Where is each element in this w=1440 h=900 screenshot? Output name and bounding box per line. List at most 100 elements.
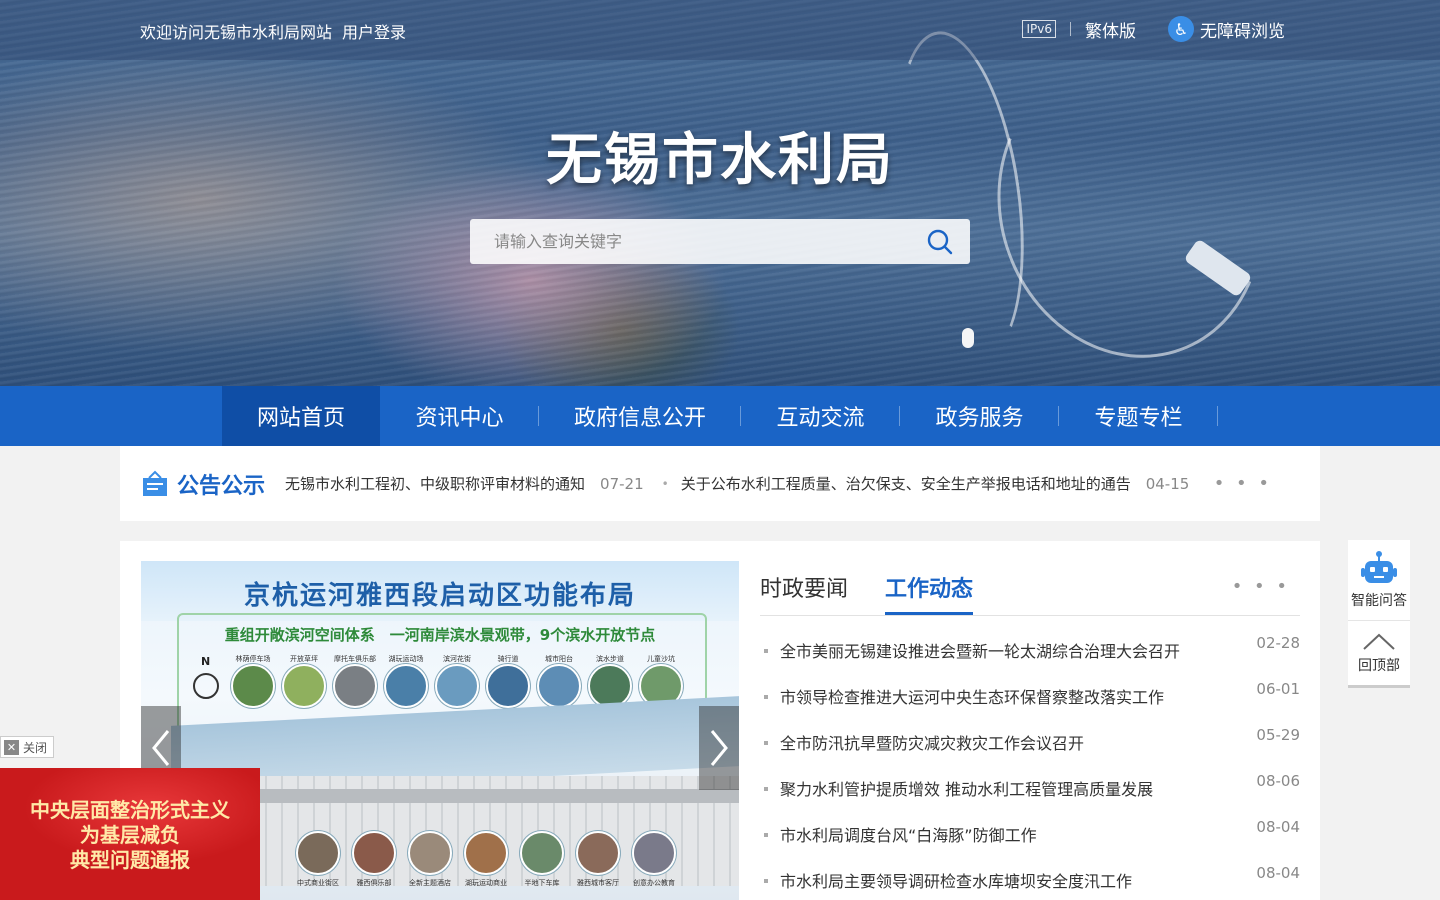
- node-photo: [537, 664, 581, 708]
- node-photo: [231, 664, 275, 708]
- nav-interaction[interactable]: 互动交流: [741, 386, 900, 446]
- ai-qa-label: 智能问答: [1351, 593, 1407, 609]
- news-item-title: 全市防汛抗旱暨防灾减灾救灾工作会议召开: [780, 734, 1085, 753]
- site-title: 无锡市水利局: [546, 128, 894, 193]
- notice-item-date: 07-21: [600, 474, 644, 493]
- news-item-date: 02-28: [1256, 634, 1300, 652]
- nav-special-topics[interactable]: 专题专栏: [1059, 386, 1218, 446]
- divider: [1070, 22, 1071, 36]
- close-icon: ✕: [4, 739, 19, 755]
- promo-line: 为基层减负: [80, 823, 180, 847]
- tab-work-updates[interactable]: 工作动态: [885, 571, 974, 615]
- accessibility-label: 无障碍浏览: [1200, 21, 1285, 42]
- news-item-title: 全市美丽无锡建设推进会暨新一轮太湖综合治理大会召开: [780, 642, 1181, 661]
- promo-line: 中央层面整治形式主义: [30, 798, 230, 822]
- carousel-image-title: 京杭运河雅西段启动区功能布局: [243, 581, 636, 611]
- node-label: 半地下车库: [524, 879, 560, 887]
- search-button[interactable]: [910, 219, 970, 264]
- nav-home[interactable]: 网站首页: [222, 386, 380, 446]
- news-list: 全市美丽无锡建设推进会暨新一轮太湖综合治理大会召开 02-28 市领导检查推进大…: [760, 631, 1300, 900]
- node-label: 创意办公教育: [633, 879, 675, 887]
- bullet-icon: [764, 695, 768, 699]
- node-photo: [333, 664, 377, 708]
- node-photo: [486, 664, 530, 708]
- news-item[interactable]: 聚力水利管护提质增效 推动水利工程管理高质量发展 08-06: [760, 769, 1300, 815]
- news-item-title: 市水利局主要领导调研检查水库塘坝安全度汛工作: [780, 872, 1133, 891]
- news-item-date: 08-04: [1256, 818, 1300, 836]
- notice-bar: 公告公示 无锡市水利工程初、中级职称评审材料的通知 07-21 • 关于公布水利…: [120, 446, 1320, 521]
- promo-banner[interactable]: 中央层面整治形式主义 为基层减负 典型问题通报: [0, 768, 260, 900]
- nav-gov-info[interactable]: 政府信息公开: [539, 386, 741, 446]
- node-photo: [296, 831, 340, 875]
- back-to-top-button[interactable]: 回顶部: [1348, 620, 1410, 686]
- node-photo: [408, 831, 452, 875]
- main-panel: 京杭运河雅西段启动区功能布局 重组开敞滨河空间体系 一河南岸滨水景观带，9个滨水…: [120, 541, 1320, 900]
- ai-qa-button[interactable]: 智能问答: [1348, 540, 1410, 620]
- node-photo: [464, 831, 508, 875]
- close-label: 关闭: [23, 740, 48, 755]
- news-item[interactable]: 市水利局调度台风“白海豚”防御工作 08-04: [760, 815, 1300, 861]
- nav-news-center[interactable]: 资讯中心: [380, 386, 539, 446]
- news-item-date: 08-06: [1256, 772, 1300, 790]
- notice-more-button[interactable]: • • •: [1214, 473, 1272, 494]
- news-tabs: 时政要闻 工作动态 • • •: [760, 561, 1300, 616]
- promo-close-button[interactable]: ✕ 关闭: [0, 736, 54, 758]
- nav-gov-services[interactable]: 政务服务: [900, 386, 1059, 446]
- promo-line: 典型问题通报: [70, 848, 190, 872]
- node-photo: [352, 831, 396, 875]
- node-label: 雅西城市客厅: [577, 879, 619, 887]
- promo-text: 中央层面整治形式主义 为基层减负 典型问题通报: [0, 798, 260, 873]
- node-label: 雅西俱乐部: [356, 879, 392, 887]
- news-more-button[interactable]: • • •: [1232, 576, 1290, 597]
- notice-item-title: 关于公布水利工程质量、治欠保支、安全生产举报电话和地址的通告: [680, 475, 1131, 493]
- search-input[interactable]: [470, 219, 910, 264]
- notice-item-date: 04-15: [1145, 474, 1190, 493]
- floating-tools: 智能问答 回顶部: [1348, 540, 1410, 688]
- node-photo: [282, 664, 326, 708]
- news-item[interactable]: 市领导检查推进大运河中央生态环保督察整改落实工作 06-01: [760, 677, 1300, 723]
- notice-title: 公告公示: [177, 473, 266, 499]
- speed-boat: [962, 328, 974, 348]
- news-item[interactable]: 全市防汛抗旱暨防灾减灾救灾工作会议召开 05-29: [760, 723, 1300, 769]
- news-item-date: 05-29: [1256, 726, 1300, 744]
- bullet-icon: [764, 741, 768, 745]
- wheelchair-icon: ♿: [1168, 16, 1194, 42]
- search-icon: [927, 229, 953, 254]
- chevron-right-icon: [710, 730, 728, 766]
- node-photo: [384, 664, 428, 708]
- node-label: 湖玩运动商业: [465, 879, 507, 887]
- main-nav: 网站首页 资讯中心 政府信息公开 互动交流 政务服务 专题专栏: [0, 386, 1440, 446]
- welcome-area: 欢迎访问无锡市水利局网站 用户登录: [140, 19, 406, 43]
- news-item-title: 市水利局调度台风“白海豚”防御工作: [780, 826, 1037, 845]
- notice-icon: [143, 470, 167, 496]
- node-photo: [576, 831, 620, 875]
- tab-politics-news[interactable]: 时政要闻: [760, 571, 848, 615]
- search-box: [470, 219, 970, 264]
- bullet-icon: [764, 879, 768, 883]
- news-item-title: 市领导检查推进大运河中央生态环保督察整改落实工作: [780, 688, 1165, 707]
- notice-item-title: 无锡市水利工程初、中级职称评审材料的通知: [285, 475, 586, 493]
- ipv6-badge: IPv6: [1022, 20, 1056, 38]
- welcome-text: 欢迎访问无锡市水利局网站: [140, 23, 333, 42]
- news-item-title: 聚力水利管护提质增效 推动水利工程管理高质量发展: [780, 780, 1154, 799]
- login-link[interactable]: 用户登录: [342, 19, 406, 43]
- chevron-left-icon: [152, 730, 170, 766]
- notice-item[interactable]: 无锡市水利工程初、中级职称评审材料的通知 07-21: [285, 473, 644, 494]
- carousel-next-button[interactable]: [699, 706, 739, 790]
- notice-item[interactable]: 关于公布水利工程质量、治欠保支、安全生产举报电话和地址的通告 04-15: [681, 473, 1190, 494]
- news-item-date: 08-04: [1256, 864, 1300, 882]
- news-item-date: 06-01: [1256, 680, 1300, 698]
- bullet-icon: [764, 649, 768, 653]
- news-item[interactable]: 全市美丽无锡建设推进会暨新一轮太湖综合治理大会召开 02-28: [760, 631, 1300, 677]
- chevron-up-icon: [1363, 633, 1395, 650]
- carousel-image-subtitle: 重组开敞滨河空间体系 一河南岸滨水景观带，9个滨水开放节点: [224, 626, 656, 644]
- accessibility-link[interactable]: ♿ 无障碍浏览: [1168, 16, 1285, 42]
- top-tools: IPv6 繁体版 ♿ 无障碍浏览: [1022, 16, 1285, 42]
- traditional-chinese-link[interactable]: 繁体版: [1085, 17, 1136, 42]
- node-photo: [632, 831, 676, 875]
- top-bar: 欢迎访问无锡市水利局网站 用户登录 IPv6 繁体版 ♿ 无障碍浏览: [0, 0, 1440, 60]
- back-to-top-label: 回顶部: [1358, 657, 1400, 674]
- node-label: 儿童沙坑: [647, 655, 675, 663]
- notice-separator: •: [661, 476, 669, 491]
- news-item[interactable]: 市水利局主要领导调研检查水库塘坝安全度汛工作 08-04: [760, 861, 1300, 900]
